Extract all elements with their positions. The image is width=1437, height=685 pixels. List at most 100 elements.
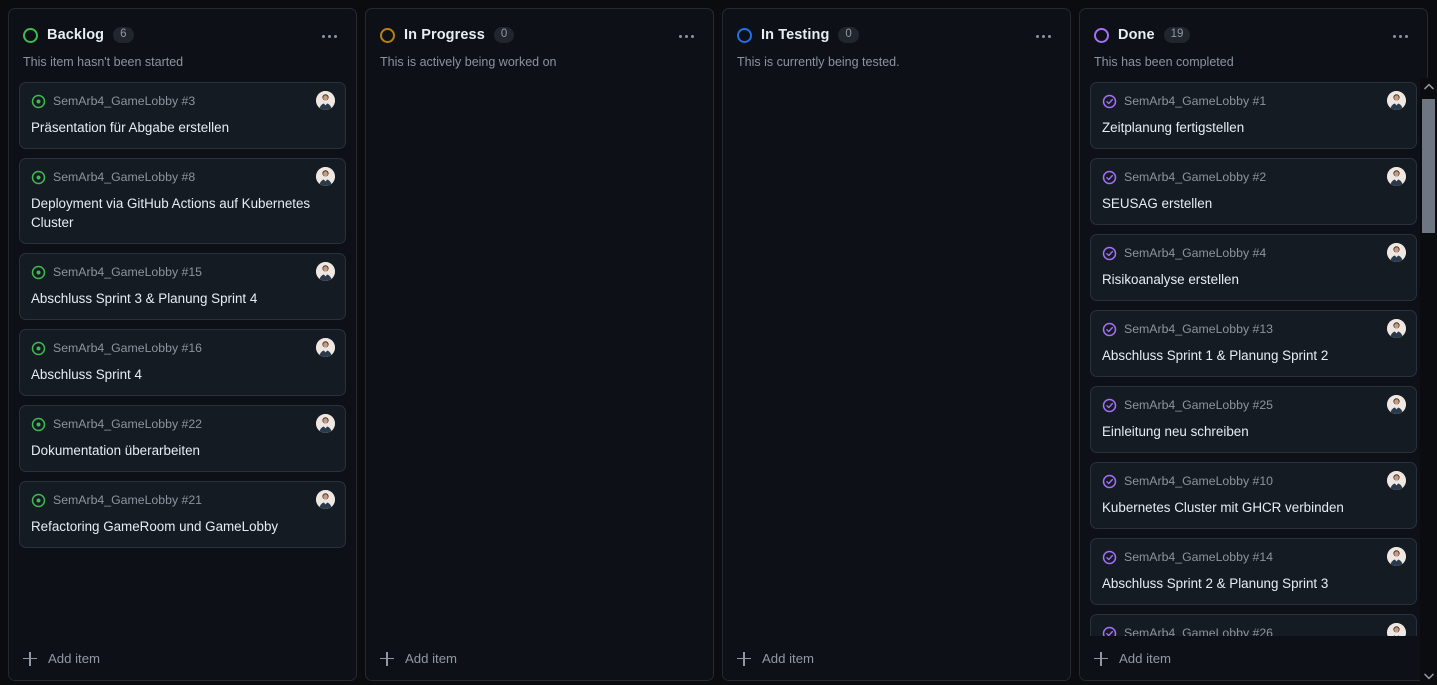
card-title: Abschluss Sprint 4 <box>31 367 142 383</box>
board-card[interactable]: SemArb4_GameLobby #2 SEUSAG erstellen <box>1090 158 1417 226</box>
avatar[interactable] <box>316 167 335 187</box>
board-card[interactable]: SemArb4_GameLobby #10 Kubernetes Cluster… <box>1090 462 1417 530</box>
closed-issue-icon <box>1102 398 1117 413</box>
avatar[interactable] <box>316 262 335 282</box>
add-item-button-backlog[interactable]: Add item <box>9 636 356 680</box>
board-card[interactable]: SemArb4_GameLobby #3 Präsentation für Ab… <box>19 82 346 150</box>
kebab-menu-icon[interactable] <box>673 26 699 46</box>
card-header: SemArb4_GameLobby #8 <box>31 167 335 187</box>
board-card[interactable]: SemArb4_GameLobby #15 Abschluss Sprint 3… <box>19 253 346 321</box>
card-issue-reference: SemArb4_GameLobby #21 <box>53 493 203 508</box>
plus-icon <box>1094 651 1108 666</box>
plus-icon <box>380 651 394 666</box>
board-card[interactable]: SemArb4_GameLobby #21 Refactoring GameRo… <box>19 481 346 549</box>
chevron-down-icon[interactable] <box>1420 668 1437 685</box>
avatar[interactable] <box>1387 243 1406 263</box>
avatar[interactable] <box>316 91 335 111</box>
status-circle-icon <box>1094 27 1109 43</box>
board-card[interactable]: SemArb4_GameLobby #14 Abschluss Sprint 2… <box>1090 538 1417 606</box>
open-issue-icon <box>31 94 46 109</box>
column-card-list-done: SemArb4_GameLobby #1 Zeitplanung fertigs… <box>1080 70 1427 636</box>
avatar[interactable] <box>316 414 335 434</box>
card-issue-reference: SemArb4_GameLobby #10 <box>1124 474 1274 489</box>
card-title: Deployment via GitHub Actions auf Kubern… <box>31 196 311 231</box>
kebab-menu-icon[interactable] <box>1387 26 1413 46</box>
column-card-list-backlog: SemArb4_GameLobby #3 Präsentation für Ab… <box>9 70 356 636</box>
card-issue-reference: SemArb4_GameLobby #16 <box>53 341 203 356</box>
card-list-inner: SemArb4_GameLobby #3 Präsentation für Ab… <box>19 82 346 549</box>
kebab-menu-icon[interactable] <box>1030 26 1056 46</box>
column-header-backlog: Backlog 6 This item hasn't been started <box>9 9 356 70</box>
column-description: This is actively being worked on <box>380 55 557 69</box>
add-item-button-in-progress[interactable]: Add item <box>366 636 713 680</box>
avatar[interactable] <box>1387 167 1406 187</box>
card-title: Zeitplanung fertigstellen <box>1102 120 1245 136</box>
closed-issue-icon <box>1102 94 1117 109</box>
board-card[interactable]: SemArb4_GameLobby #4 Risikoanalyse erste… <box>1090 234 1417 302</box>
column-count-badge: 0 <box>493 26 515 44</box>
column-description: This item hasn't been started <box>23 55 184 69</box>
board-card[interactable]: SemArb4_GameLobby #25 Einleitung neu sch… <box>1090 386 1417 454</box>
card-issue-reference: SemArb4_GameLobby #1 <box>1124 94 1267 109</box>
column-count-badge: 19 <box>1163 26 1191 44</box>
kebab-menu-icon[interactable] <box>316 26 342 46</box>
card-title: Risikoanalyse erstellen <box>1102 272 1239 288</box>
card-issue-reference: SemArb4_GameLobby #22 <box>53 417 203 432</box>
add-item-button-in-testing[interactable]: Add item <box>723 636 1070 680</box>
open-issue-icon <box>31 170 46 185</box>
add-item-button-done[interactable]: Add item <box>1080 636 1427 680</box>
board-card[interactable]: SemArb4_GameLobby #16 Abschluss Sprint 4 <box>19 329 346 397</box>
avatar[interactable] <box>1387 623 1406 636</box>
column-title: In Progress <box>404 27 485 43</box>
open-issue-icon <box>31 493 46 508</box>
column-header-row: In Testing 0 <box>737 23 1056 47</box>
board-card[interactable]: SemArb4_GameLobby #1 Zeitplanung fertigs… <box>1090 82 1417 150</box>
card-header: SemArb4_GameLobby #15 <box>31 262 335 282</box>
project-board: Backlog 6 This item hasn't been started Se… <box>0 0 1437 685</box>
chevron-up-icon[interactable] <box>1420 78 1437 95</box>
vertical-scrollbar[interactable] <box>1420 78 1437 685</box>
scrollbar-thumb[interactable] <box>1422 99 1435 233</box>
board-column-backlog: Backlog 6 This item hasn't been started Se… <box>8 8 357 681</box>
column-count-badge: 0 <box>838 26 859 44</box>
add-item-label: Add item <box>762 651 815 666</box>
card-header: SemArb4_GameLobby #26 <box>1102 623 1406 636</box>
board-column-in-progress: In Progress 0 This is actively being worke… <box>365 8 714 681</box>
add-item-label: Add item <box>48 651 101 666</box>
plus-icon <box>23 651 37 666</box>
avatar[interactable] <box>1387 319 1406 339</box>
avatar[interactable] <box>1387 395 1406 415</box>
column-header-done: Done 19 This has been completed <box>1080 9 1427 70</box>
avatar[interactable] <box>1387 547 1406 567</box>
card-title: Kubernetes Cluster mit GHCR verbinden <box>1102 500 1344 516</box>
card-issue-reference: SemArb4_GameLobby #4 <box>1124 246 1267 261</box>
avatar[interactable] <box>1387 91 1406 111</box>
closed-issue-icon <box>1102 474 1117 489</box>
board-card[interactable]: SemArb4_GameLobby #8 Deployment via GitH… <box>19 158 346 245</box>
column-header-in-testing: In Testing 0 This is currently being teste… <box>723 9 1070 70</box>
card-header: SemArb4_GameLobby #13 <box>1102 319 1406 339</box>
card-header: SemArb4_GameLobby #1 <box>1102 91 1406 111</box>
column-header-row: Done 19 <box>1094 23 1413 47</box>
status-circle-icon <box>380 27 395 43</box>
avatar[interactable] <box>316 490 335 510</box>
open-issue-icon <box>31 341 46 356</box>
closed-issue-icon <box>1102 170 1117 185</box>
card-header: SemArb4_GameLobby #21 <box>31 490 335 510</box>
plus-icon <box>737 651 751 666</box>
open-issue-icon <box>31 417 46 432</box>
avatar[interactable] <box>1387 471 1406 491</box>
board-card[interactable]: SemArb4_GameLobby #13 Abschluss Sprint 1… <box>1090 310 1417 378</box>
column-count-badge: 6 <box>113 26 134 44</box>
card-title: Abschluss Sprint 3 & Planung Sprint 4 <box>31 291 258 307</box>
board-card[interactable]: SemArb4_GameLobby #22 Dokumentation über… <box>19 405 346 473</box>
card-title: Einleitung neu schreiben <box>1102 424 1249 440</box>
card-header: SemArb4_GameLobby #22 <box>31 414 335 434</box>
card-issue-reference: SemArb4_GameLobby #15 <box>53 265 203 280</box>
board-card[interactable]: SemArb4_GameLobby #26 <box>1090 614 1417 636</box>
column-card-list-in-testing <box>723 70 1070 636</box>
scrollbar-track[interactable] <box>1420 95 1437 668</box>
add-item-label: Add item <box>405 651 458 666</box>
avatar[interactable] <box>316 338 335 358</box>
board-column-done: Done 19 This has been completed SemArb4_Ga… <box>1079 8 1428 681</box>
